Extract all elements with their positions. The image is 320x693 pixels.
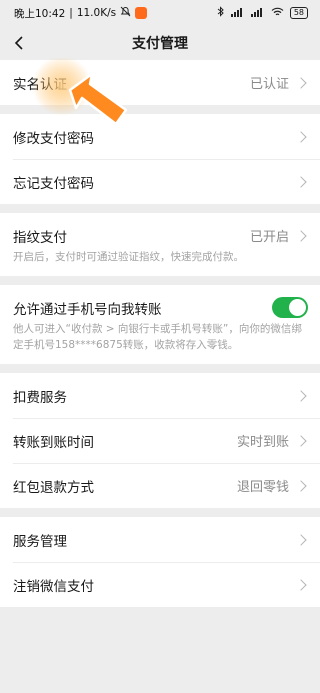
service-management-cell[interactable]: 服务管理 [0, 517, 320, 562]
mute-icon [120, 6, 131, 20]
phone-transfer-group: 允许通过手机号向我转账 他人可进入“收付款 > 向银行卡或手机号转账”，向你的微… [0, 285, 320, 364]
redpacket-refund-value: 退回零钱 [236, 480, 289, 495]
back-button[interactable] [8, 32, 30, 54]
chevron-right-icon [295, 130, 307, 143]
status-bar: 晚上10:42 | 11.0K/s 58 [0, 0, 320, 26]
phone-transfer-toggle[interactable] [272, 297, 308, 318]
deduction-label: 扣费服务 [13, 389, 67, 406]
change-password-cell[interactable]: 修改支付密码 [0, 114, 320, 159]
services-group: 扣费服务 转账到账时间 实时到账 红包退款方式 退回零钱 [0, 373, 320, 508]
chevron-right-icon [295, 389, 307, 402]
status-left: 晚上10:42 | 11.0K/s [14, 6, 148, 21]
wifi-icon [271, 7, 284, 20]
service-management-label: 服务管理 [13, 533, 67, 550]
signal-icon-2 [250, 7, 265, 20]
change-password-label: 修改支付密码 [13, 130, 94, 147]
page-title: 支付管理 [132, 36, 188, 52]
chevron-right-icon [295, 76, 307, 89]
nav-bar: 支付管理 [0, 26, 320, 60]
transfer-time-value: 实时到账 [236, 435, 289, 450]
transfer-time-cell[interactable]: 转账到账时间 实时到账 [0, 418, 320, 463]
forgot-password-label: 忘记支付密码 [13, 175, 94, 192]
cancel-wechat-pay-label: 注销微信支付 [13, 578, 94, 595]
account-group: 服务管理 注销微信支付 [0, 517, 320, 607]
back-arrow-icon [14, 36, 23, 50]
status-time: 晚上10:42 [14, 7, 66, 20]
cancel-wechat-pay-cell[interactable]: 注销微信支付 [0, 562, 320, 607]
phone-transfer-cell: 允许通过手机号向我转账 [0, 285, 320, 330]
fingerprint-group: 指纹支付 已开启 开启后，支付时可通过验证指纹，快速完成付款。 [0, 213, 320, 276]
battery-icon: 58 [289, 7, 308, 19]
chevron-right-icon [295, 578, 307, 591]
status-right: 58 [217, 6, 308, 20]
chevron-right-icon [295, 434, 307, 447]
network-speed: 11.0K/s [76, 7, 117, 19]
identity-cell[interactable]: 实名认证 已认证 [0, 60, 320, 105]
identity-label: 实名认证 [13, 76, 67, 93]
signal-icon [230, 7, 245, 20]
transfer-time-label: 转账到账时间 [13, 434, 94, 451]
redpacket-refund-label: 红包退款方式 [13, 479, 94, 496]
chevron-right-icon [295, 533, 307, 546]
deduction-cell[interactable]: 扣费服务 [0, 373, 320, 418]
identity-status: 已认证 [249, 77, 289, 92]
phone-transfer-label: 允许通过手机号向我转账 [13, 301, 162, 318]
chevron-right-icon [295, 175, 307, 188]
forgot-password-cell[interactable]: 忘记支付密码 [0, 159, 320, 204]
fingerprint-cell[interactable]: 指纹支付 已开启 [0, 213, 320, 258]
password-group: 修改支付密码 忘记支付密码 [0, 114, 320, 204]
chevron-right-icon [295, 479, 307, 492]
chevron-right-icon [295, 229, 307, 242]
redpacket-refund-cell[interactable]: 红包退款方式 退回零钱 [0, 463, 320, 508]
fingerprint-status: 已开启 [249, 230, 289, 245]
bluetooth-icon [217, 6, 225, 20]
app-notification-icon [135, 7, 148, 19]
fingerprint-label: 指纹支付 [13, 229, 67, 246]
identity-group: 实名认证 已认证 [0, 60, 320, 105]
status-divider: | [69, 7, 73, 19]
